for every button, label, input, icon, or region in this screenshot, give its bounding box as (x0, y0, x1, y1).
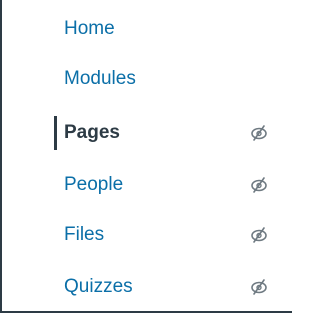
eye-slash-icon (251, 125, 267, 141)
nav-link-quizzes[interactable]: Quizzes (64, 274, 133, 300)
nav-link-home[interactable]: Home (64, 16, 115, 42)
course-navigation-panel: Home Modules Pages People Files Quizzes (0, 0, 292, 313)
nav-item-home: Home (2, 12, 292, 46)
eye-slash-icon (251, 279, 267, 295)
nav-item-modules: Modules (2, 62, 292, 96)
nav-link-pages[interactable]: Pages (64, 120, 120, 146)
nav-link-people[interactable]: People (64, 172, 123, 198)
eye-slash-icon (251, 177, 267, 193)
nav-item-quizzes: Quizzes (2, 270, 292, 304)
nav-item-files: Files (2, 218, 292, 252)
active-indicator (54, 116, 57, 150)
nav-link-files[interactable]: Files (64, 222, 104, 248)
nav-item-pages: Pages (2, 116, 292, 150)
eye-slash-icon (251, 227, 267, 243)
nav-item-people: People (2, 168, 292, 202)
nav-link-modules[interactable]: Modules (64, 66, 136, 92)
